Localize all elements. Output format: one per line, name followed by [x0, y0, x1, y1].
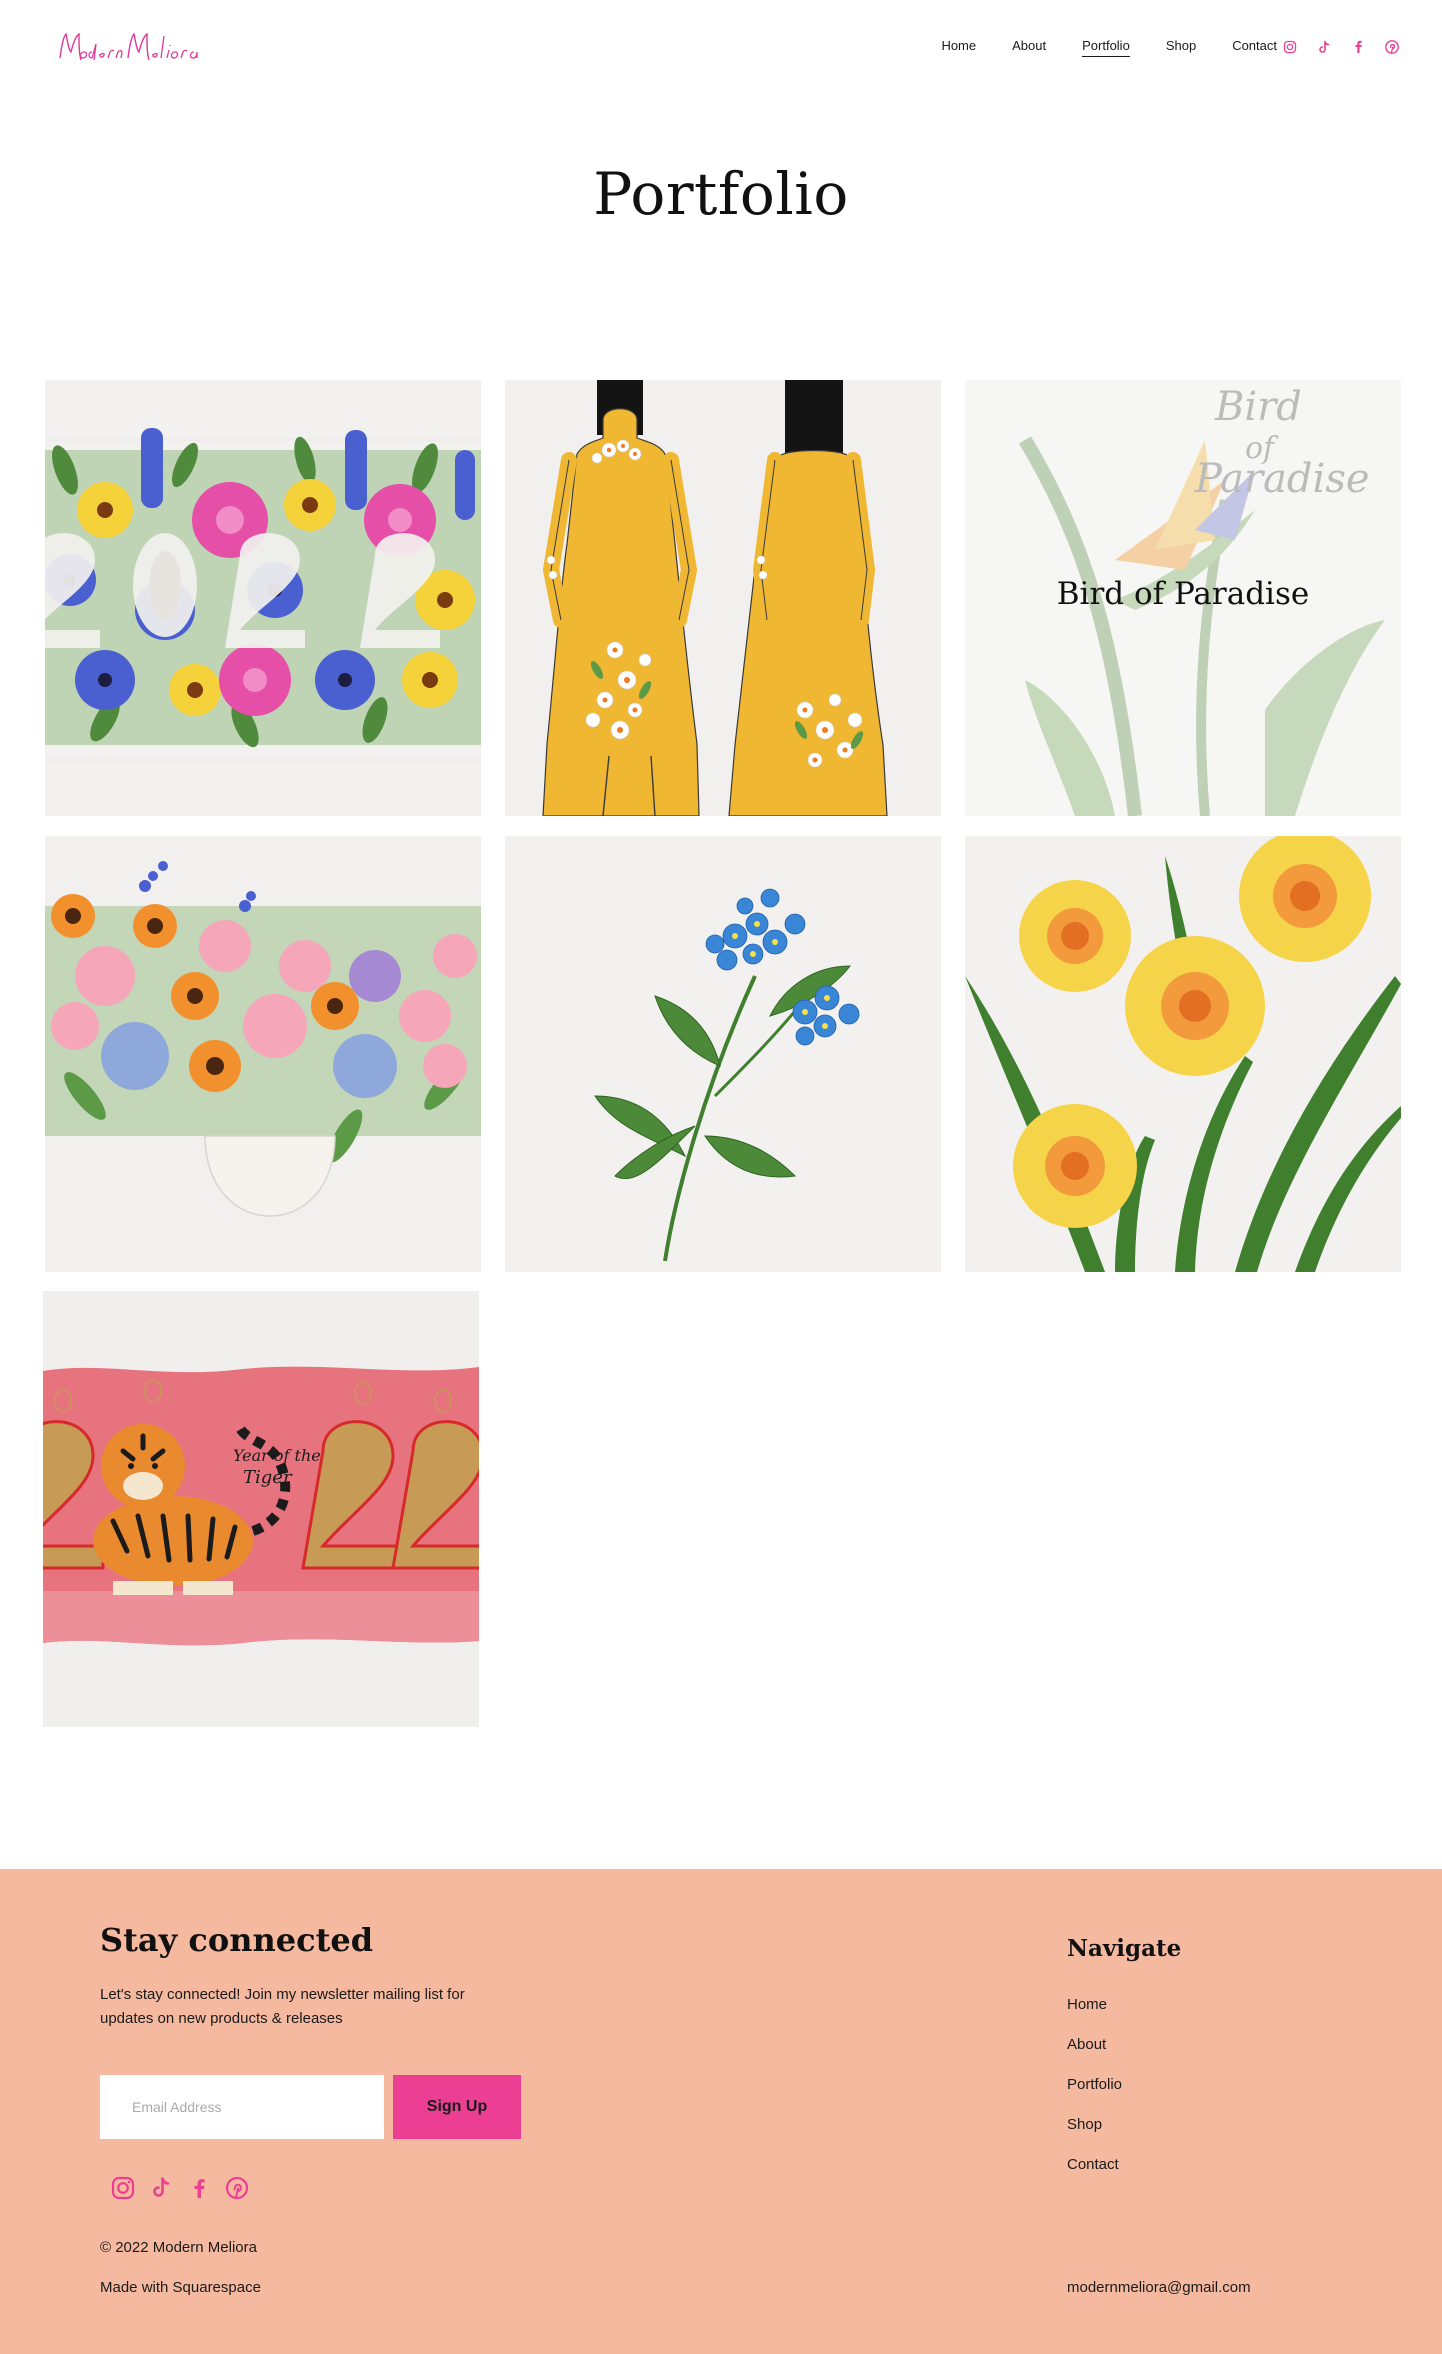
- facebook-icon[interactable]: [186, 2175, 212, 2201]
- nav-shop[interactable]: Shop: [1166, 38, 1196, 57]
- artwork-forget-me-not: [505, 836, 941, 1272]
- made-with-squarespace-link[interactable]: Made with Squarespace: [100, 2279, 261, 2296]
- gallery-item-2022-floral[interactable]: [45, 380, 481, 816]
- copyright-text: © 2022 Modern Meliora: [100, 2239, 257, 2256]
- email-field[interactable]: [100, 2075, 384, 2139]
- footer-social-links: [110, 2175, 250, 2201]
- pinterest-icon[interactable]: [1382, 37, 1402, 57]
- contact-email-link[interactable]: modernmeliora@gmail.com: [1067, 2279, 1251, 2296]
- svg-text:Bird: Bird: [1214, 384, 1302, 430]
- sign-up-button[interactable]: Sign Up: [393, 2075, 521, 2139]
- artwork-bouquet: [45, 836, 481, 1272]
- main-nav: Home About Portfolio Shop Contact: [905, 38, 1277, 57]
- gallery-item-year-of-the-tiger[interactable]: Year of the Tiger: [43, 1291, 479, 1727]
- logo-script-wordmark: [59, 32, 198, 61]
- footer-nav-contact[interactable]: Contact: [1067, 2156, 1122, 2196]
- gallery-item-bouquet[interactable]: [45, 836, 481, 1272]
- footer-nav-heading: Navigate: [1067, 1935, 1182, 1962]
- artwork-year-of-the-tiger: Year of the Tiger: [43, 1291, 479, 1727]
- artwork-yellow-dress: [505, 380, 941, 816]
- instagram-icon[interactable]: [1280, 37, 1300, 57]
- tiktok-icon[interactable]: [148, 2175, 174, 2201]
- site-logo[interactable]: [54, 22, 206, 72]
- artwork-daffodils: [965, 836, 1401, 1272]
- footer-nav-home[interactable]: Home: [1067, 1996, 1122, 2036]
- site-footer: Stay connected Let's stay connected! Joi…: [0, 1869, 1442, 2354]
- tiktok-icon[interactable]: [1314, 37, 1334, 57]
- footer-nav-shop[interactable]: Shop: [1067, 2116, 1122, 2156]
- svg-text:Paradise: Paradise: [1194, 456, 1370, 502]
- page-title: Portfolio: [593, 160, 849, 228]
- header-social-links: [1280, 37, 1402, 57]
- facebook-icon[interactable]: [1348, 37, 1368, 57]
- newsletter-heading: Stay connected: [100, 1921, 374, 1959]
- pinterest-icon[interactable]: [224, 2175, 250, 2201]
- artwork-2022-floral: [45, 380, 481, 816]
- tile-overlay-label: Bird of Paradise: [1056, 576, 1310, 612]
- footer-nav-portfolio[interactable]: Portfolio: [1067, 2076, 1122, 2116]
- instagram-icon[interactable]: [110, 2175, 136, 2201]
- gallery-item-yellow-dress[interactable]: [505, 380, 941, 816]
- footer-nav-about[interactable]: About: [1067, 2036, 1122, 2076]
- newsletter-description: Let's stay connected! Join my newsletter…: [100, 1986, 465, 2027]
- gallery-item-bird-of-paradise[interactable]: Bird of Paradise Bird of Paradise: [965, 380, 1401, 816]
- gallery-item-forget-me-not[interactable]: [505, 836, 941, 1272]
- gallery-item-daffodils[interactable]: [965, 836, 1401, 1272]
- svg-text:Tiger: Tiger: [243, 1467, 293, 1488]
- nav-contact[interactable]: Contact: [1232, 38, 1277, 57]
- nav-portfolio[interactable]: Portfolio: [1082, 38, 1130, 57]
- nav-home[interactable]: Home: [941, 38, 976, 57]
- footer-nav: Home About Portfolio Shop Contact: [1067, 1996, 1122, 2196]
- svg-text:Year of the: Year of the: [233, 1446, 321, 1465]
- nav-about[interactable]: About: [1012, 38, 1046, 57]
